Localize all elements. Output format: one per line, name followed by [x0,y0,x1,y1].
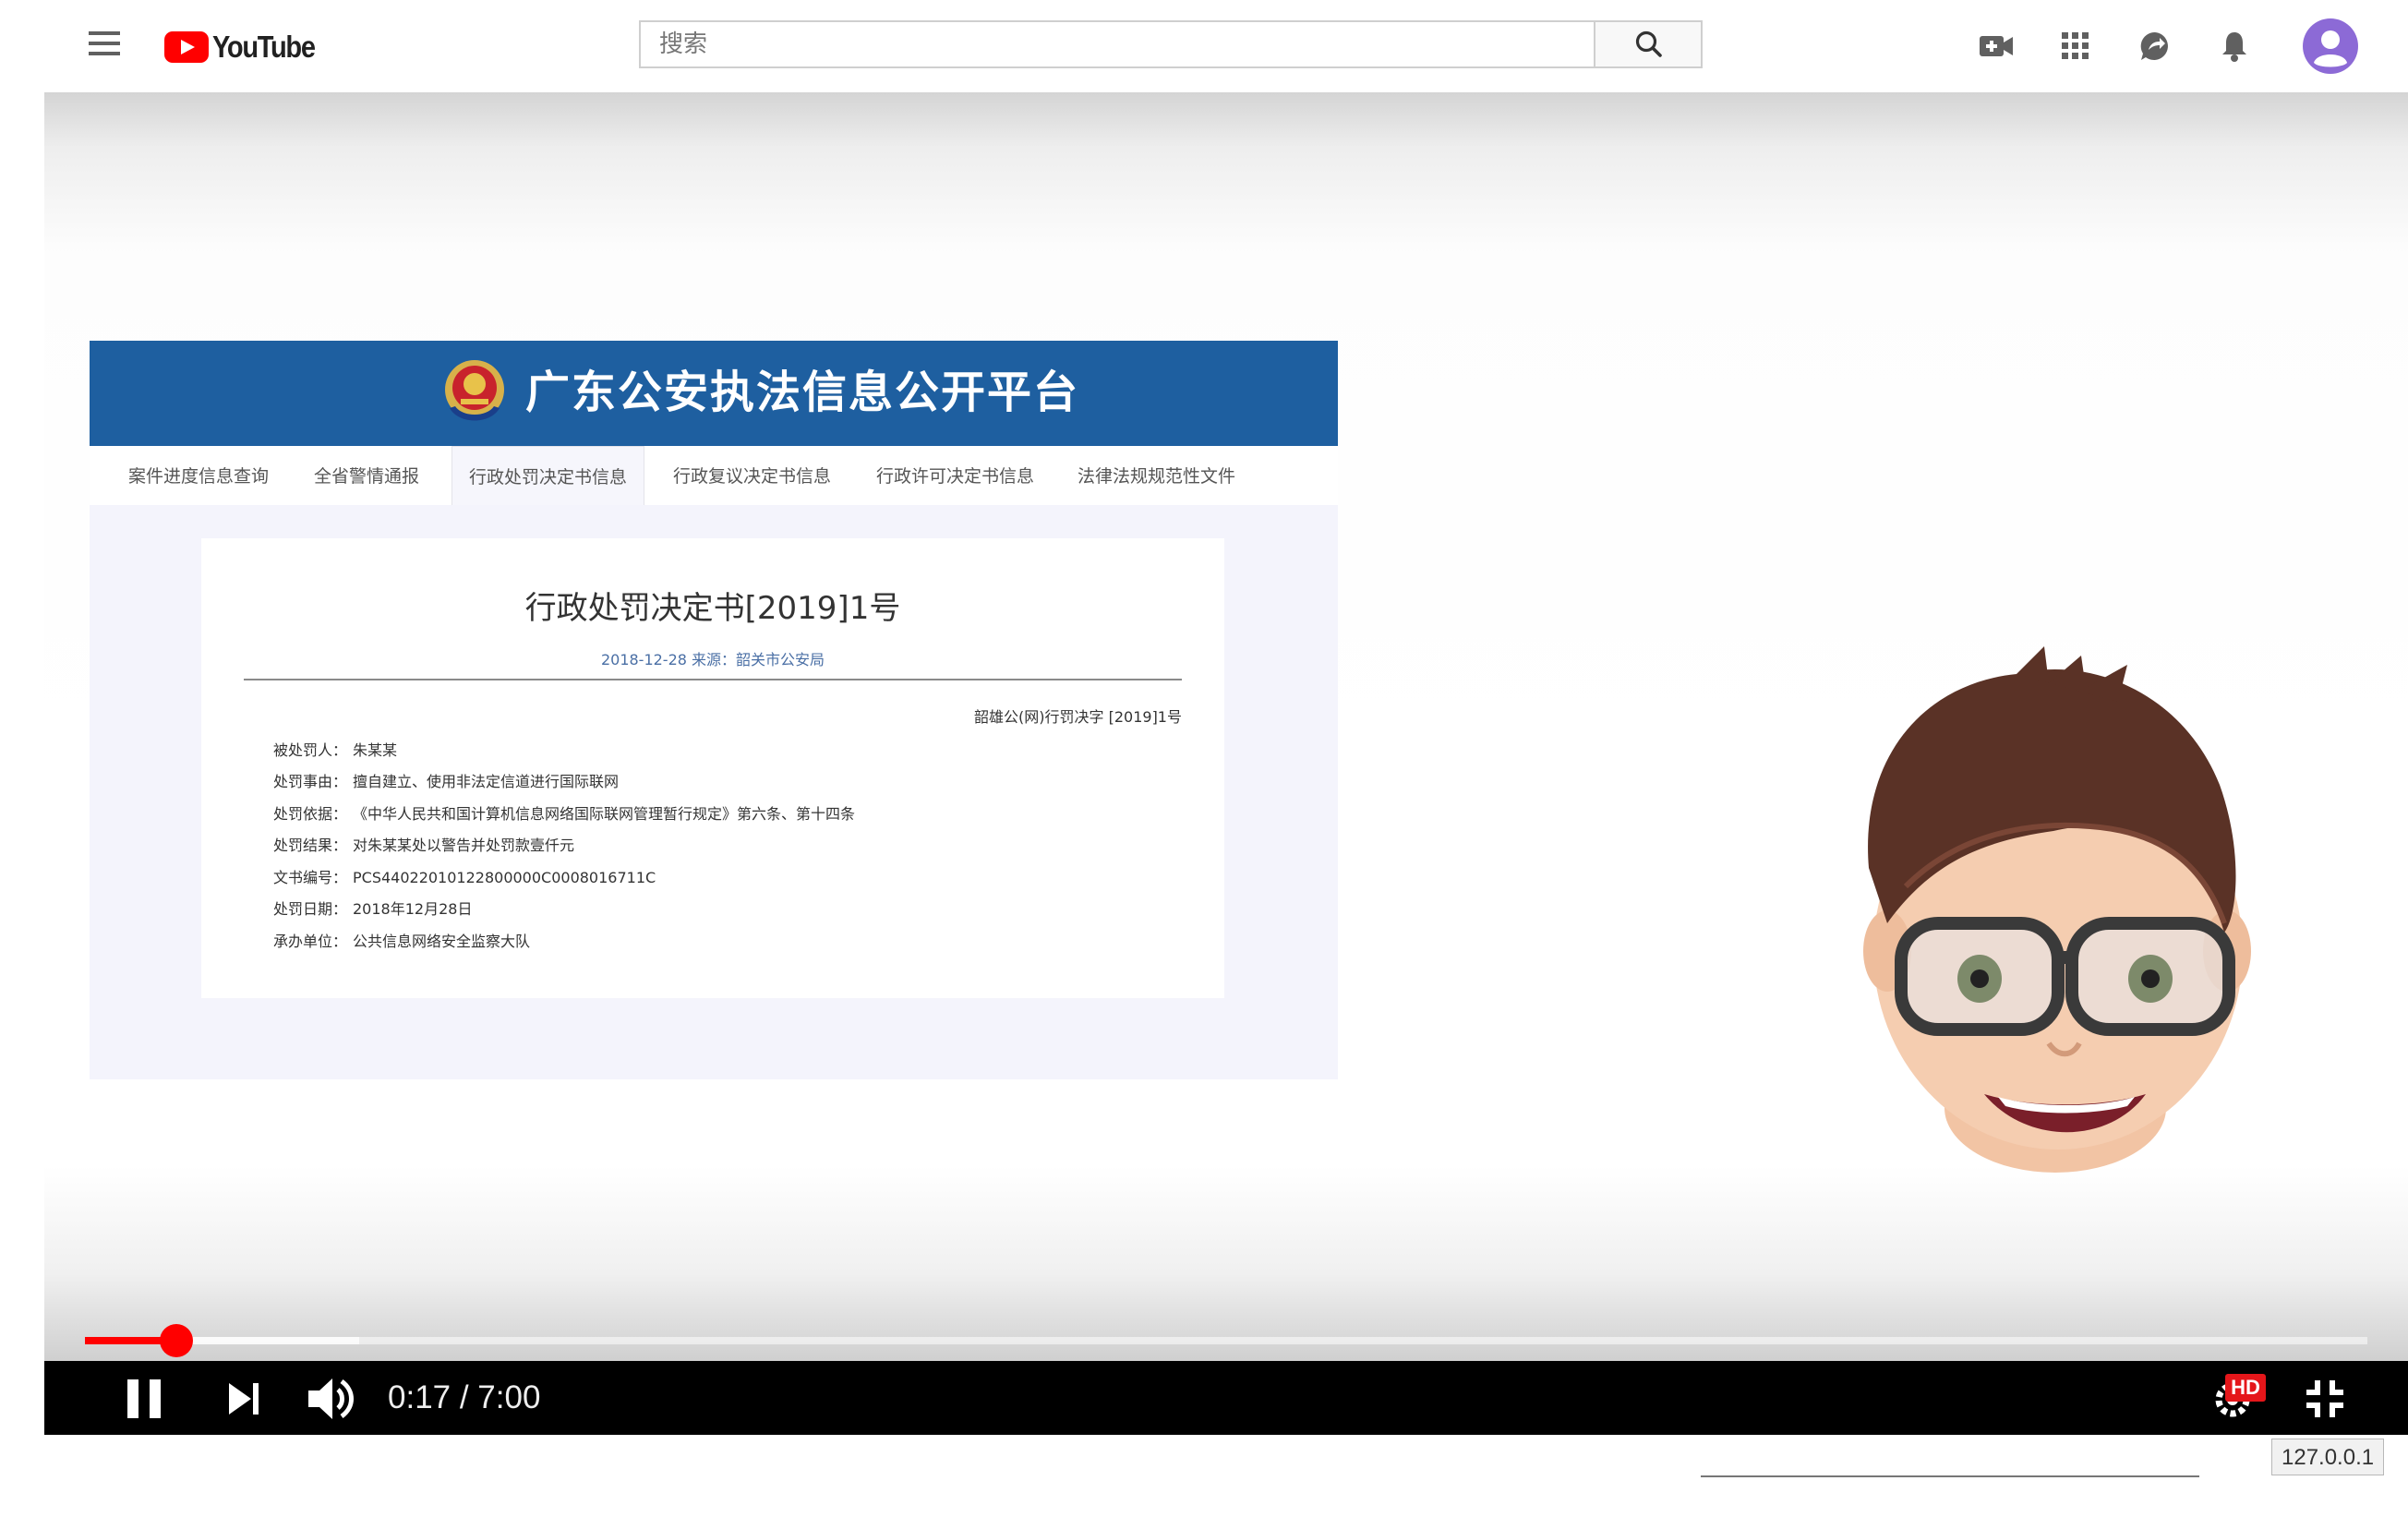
document-title: 行政处罚决定书[2019]1号 [524,590,901,627]
field-label: 处罚事由： [273,773,348,790]
youtube-logo-text: YouTube [212,30,316,64]
pause-icon[interactable] [124,1378,164,1420]
penalty-document-card: 行政处罚决定书[2019]1号 2018-12-28 来源：韶关市公安局 韶雄公… [201,538,1224,998]
field-value: 《中华人民共和国计算机信息网络国际联网管理暂行规定》第六条、第十四条 [353,805,856,823]
field-label: 承办单位： [273,933,348,950]
next-video-icon[interactable] [225,1381,262,1416]
field-label: 被处罚人： [273,741,348,759]
status-url-tooltip: 127.0.0.1 [2271,1439,2385,1475]
field-label: 文书编号： [273,869,348,886]
document-field-row: 处罚结果： 对朱某某处以警告并处罚款壹仟元 [273,833,574,855]
notifications-bell-icon[interactable] [2220,30,2249,63]
apps-grid-icon[interactable] [2061,31,2090,61]
field-value: 朱某某 [353,741,398,759]
video-slide-webpage: 广东公安执法信息公开平台 案件进度信息查询 全省警情通报 行政处罚决定书信息 行… [90,341,1338,1079]
field-value: 公共信息网络安全监察大队 [353,933,531,950]
status-divider-line [1701,1475,2199,1477]
player-controls-bar: 0:17 / 7:00 HD [44,1361,2408,1435]
account-avatar[interactable] [2303,18,2358,74]
hd-quality-badge: HD [2225,1374,2266,1402]
document-field-row: 承办单位： 公共信息网络安全监察大队 [273,929,530,951]
field-value: PCS44022010122800000C0008016711C [353,869,656,886]
field-value: 2018年12月28日 [353,900,473,918]
slide-tab: 法律法规规范性文件 [1078,466,1236,487]
slide-tab: 行政复议决定书信息 [673,466,832,487]
document-field-row: 被处罚人： 朱某某 [273,738,397,760]
messages-icon[interactable] [2138,30,2172,63]
masthead: YouTube 搜索 [0,0,2408,92]
slide-body: 行政处罚决定书[2019]1号 2018-12-28 来源：韶关市公安局 韶雄公… [90,505,1338,1079]
document-field-row: 处罚日期： 2018年12月28日 [273,897,472,919]
slide-tab: 案件进度信息查询 [128,466,270,487]
player-top-gradient [44,92,2408,148]
slide-tab: 行政许可决定书信息 [876,466,1035,487]
progress-scrubber-handle[interactable] [160,1324,193,1357]
document-field-row: 文书编号： PCS44022010122800000C0008016711C [273,865,656,887]
youtube-logo[interactable]: YouTube [164,30,329,65]
progress-bar-track[interactable] [85,1337,2367,1344]
field-label: 处罚依据： [273,805,348,823]
field-value: 对朱某某处以警告并处罚款壹仟元 [353,837,575,854]
slide-header-bar: 广东公安执法信息公开平台 [90,341,1338,446]
menu-icon[interactable] [89,31,120,59]
search-icon [1635,30,1662,57]
search-input[interactable]: 搜索 [639,20,1594,68]
search-button[interactable] [1594,20,1703,68]
exit-fullscreen-icon[interactable] [2303,1378,2347,1420]
slide-tab-bar: 案件进度信息查询 全省警情通报 行政处罚决定书信息 行政复议决定书信息 行政许可… [90,446,1338,506]
document-field-row: 处罚依据： 《中华人民共和国计算机信息网络国际联网管理暂行规定》第六条、第十四条 [273,801,855,824]
slide-tab: 全省警情通报 [314,466,420,487]
police-emblem-icon [445,360,504,421]
field-label: 处罚日期： [273,900,348,918]
slide-tab-active: 行政处罚决定书信息 [452,446,645,506]
document-field-row: 处罚事由： 擅自建立、使用非法定信道进行国际联网 [273,769,619,791]
time-display: 0:17 / 7:00 [388,1379,541,1415]
memoji-avatar [1863,646,2251,1173]
slide-site-title: 广东公安执法信息公开平台 [525,367,1080,418]
field-label: 处罚结果： [273,837,348,854]
youtube-play-logo-icon [164,31,209,63]
document-reference-number: 韶雄公(网)行罚决字 [2019]1号 [974,708,1182,726]
document-divider [244,679,1182,680]
field-value: 擅自建立、使用非法定信道进行国际联网 [353,773,620,790]
volume-icon[interactable] [307,1376,358,1422]
create-video-icon[interactable] [1978,31,2015,61]
document-meta: 2018-12-28 来源：韶关市公安局 [600,651,825,668]
